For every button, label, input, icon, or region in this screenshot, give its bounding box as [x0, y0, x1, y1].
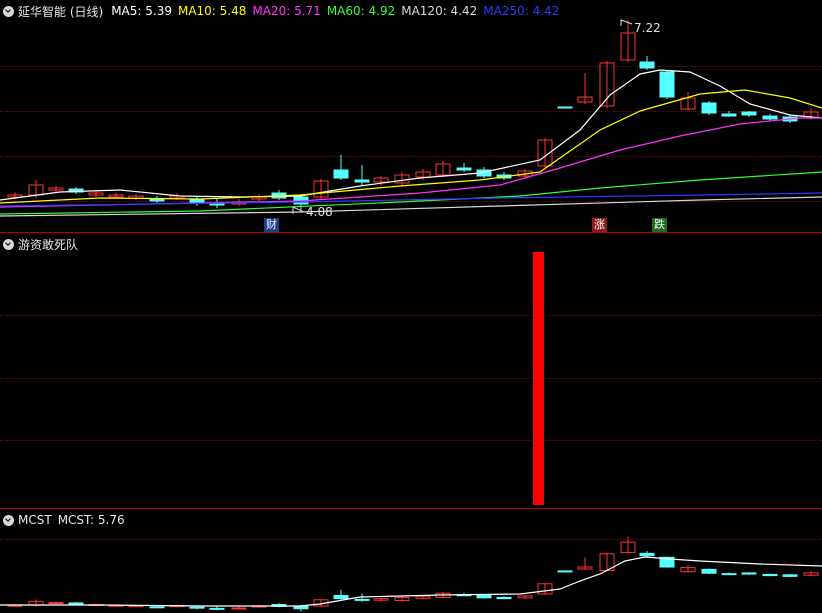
candle-body — [741, 111, 757, 116]
chevron-down-icon[interactable] — [3, 238, 14, 250]
candle-body — [456, 167, 472, 171]
low-marker-arrow — [292, 206, 305, 214]
candle-body — [701, 102, 717, 114]
candle-body — [639, 61, 655, 69]
candle-body — [557, 106, 573, 109]
candle-body — [149, 198, 165, 202]
tag-zhang[interactable]: 涨 — [592, 218, 607, 232]
main-chart-panel[interactable]: 延华智能 (日线) MA5: 5.39 MA10: 5.48 MA20: 5.7… — [0, 0, 822, 232]
high-price-label: 7.22 — [634, 21, 661, 35]
candle-body — [189, 199, 205, 203]
ma20-line — [0, 117, 822, 208]
indicator-panel[interactable]: 游资敢死队 — [0, 233, 822, 507]
mcst-chart[interactable] — [0, 509, 822, 613]
mcst-body — [231, 607, 247, 610]
candle-body — [659, 71, 675, 98]
mcst-body — [48, 602, 64, 605]
mcst-body — [557, 570, 573, 573]
grid-line — [0, 315, 822, 316]
mcst-body — [701, 568, 717, 574]
indicator-title: 游资敢死队 — [18, 237, 79, 252]
mcst-body — [496, 596, 512, 600]
signal-bar — [533, 252, 544, 505]
grid-line — [0, 440, 822, 441]
mcst-body — [741, 572, 757, 575]
indicator-header: 游资敢死队 — [0, 233, 822, 255]
candle-body — [333, 169, 349, 179]
mcst-panel[interactable]: MCST MCST: 5.76 — [0, 509, 822, 613]
mcst-body — [209, 607, 225, 610]
mcst-body — [189, 606, 205, 609]
grid-line — [0, 378, 822, 379]
high-marker-arrow — [620, 19, 633, 26]
mcst-body — [354, 598, 370, 601]
low-price-label: 4.08 — [306, 205, 333, 219]
tag-cai[interactable]: 财 — [264, 218, 279, 232]
mcst-body — [333, 595, 349, 600]
ma10-line — [0, 89, 822, 204]
mcst-body — [68, 602, 84, 605]
candle-body — [762, 115, 778, 120]
mcst-body — [149, 606, 165, 609]
mcst-body — [476, 595, 492, 599]
mcst-body — [762, 573, 778, 577]
candle-body — [721, 113, 737, 117]
mcst-body — [721, 573, 737, 576]
mcst-body — [639, 552, 655, 557]
candlestick-chart[interactable]: 7.22 4.08 — [0, 0, 822, 232]
candle-body — [354, 179, 370, 183]
mcst-line — [0, 556, 822, 607]
mcst-body — [782, 574, 798, 577]
tag-die[interactable]: 跌 — [652, 218, 667, 232]
